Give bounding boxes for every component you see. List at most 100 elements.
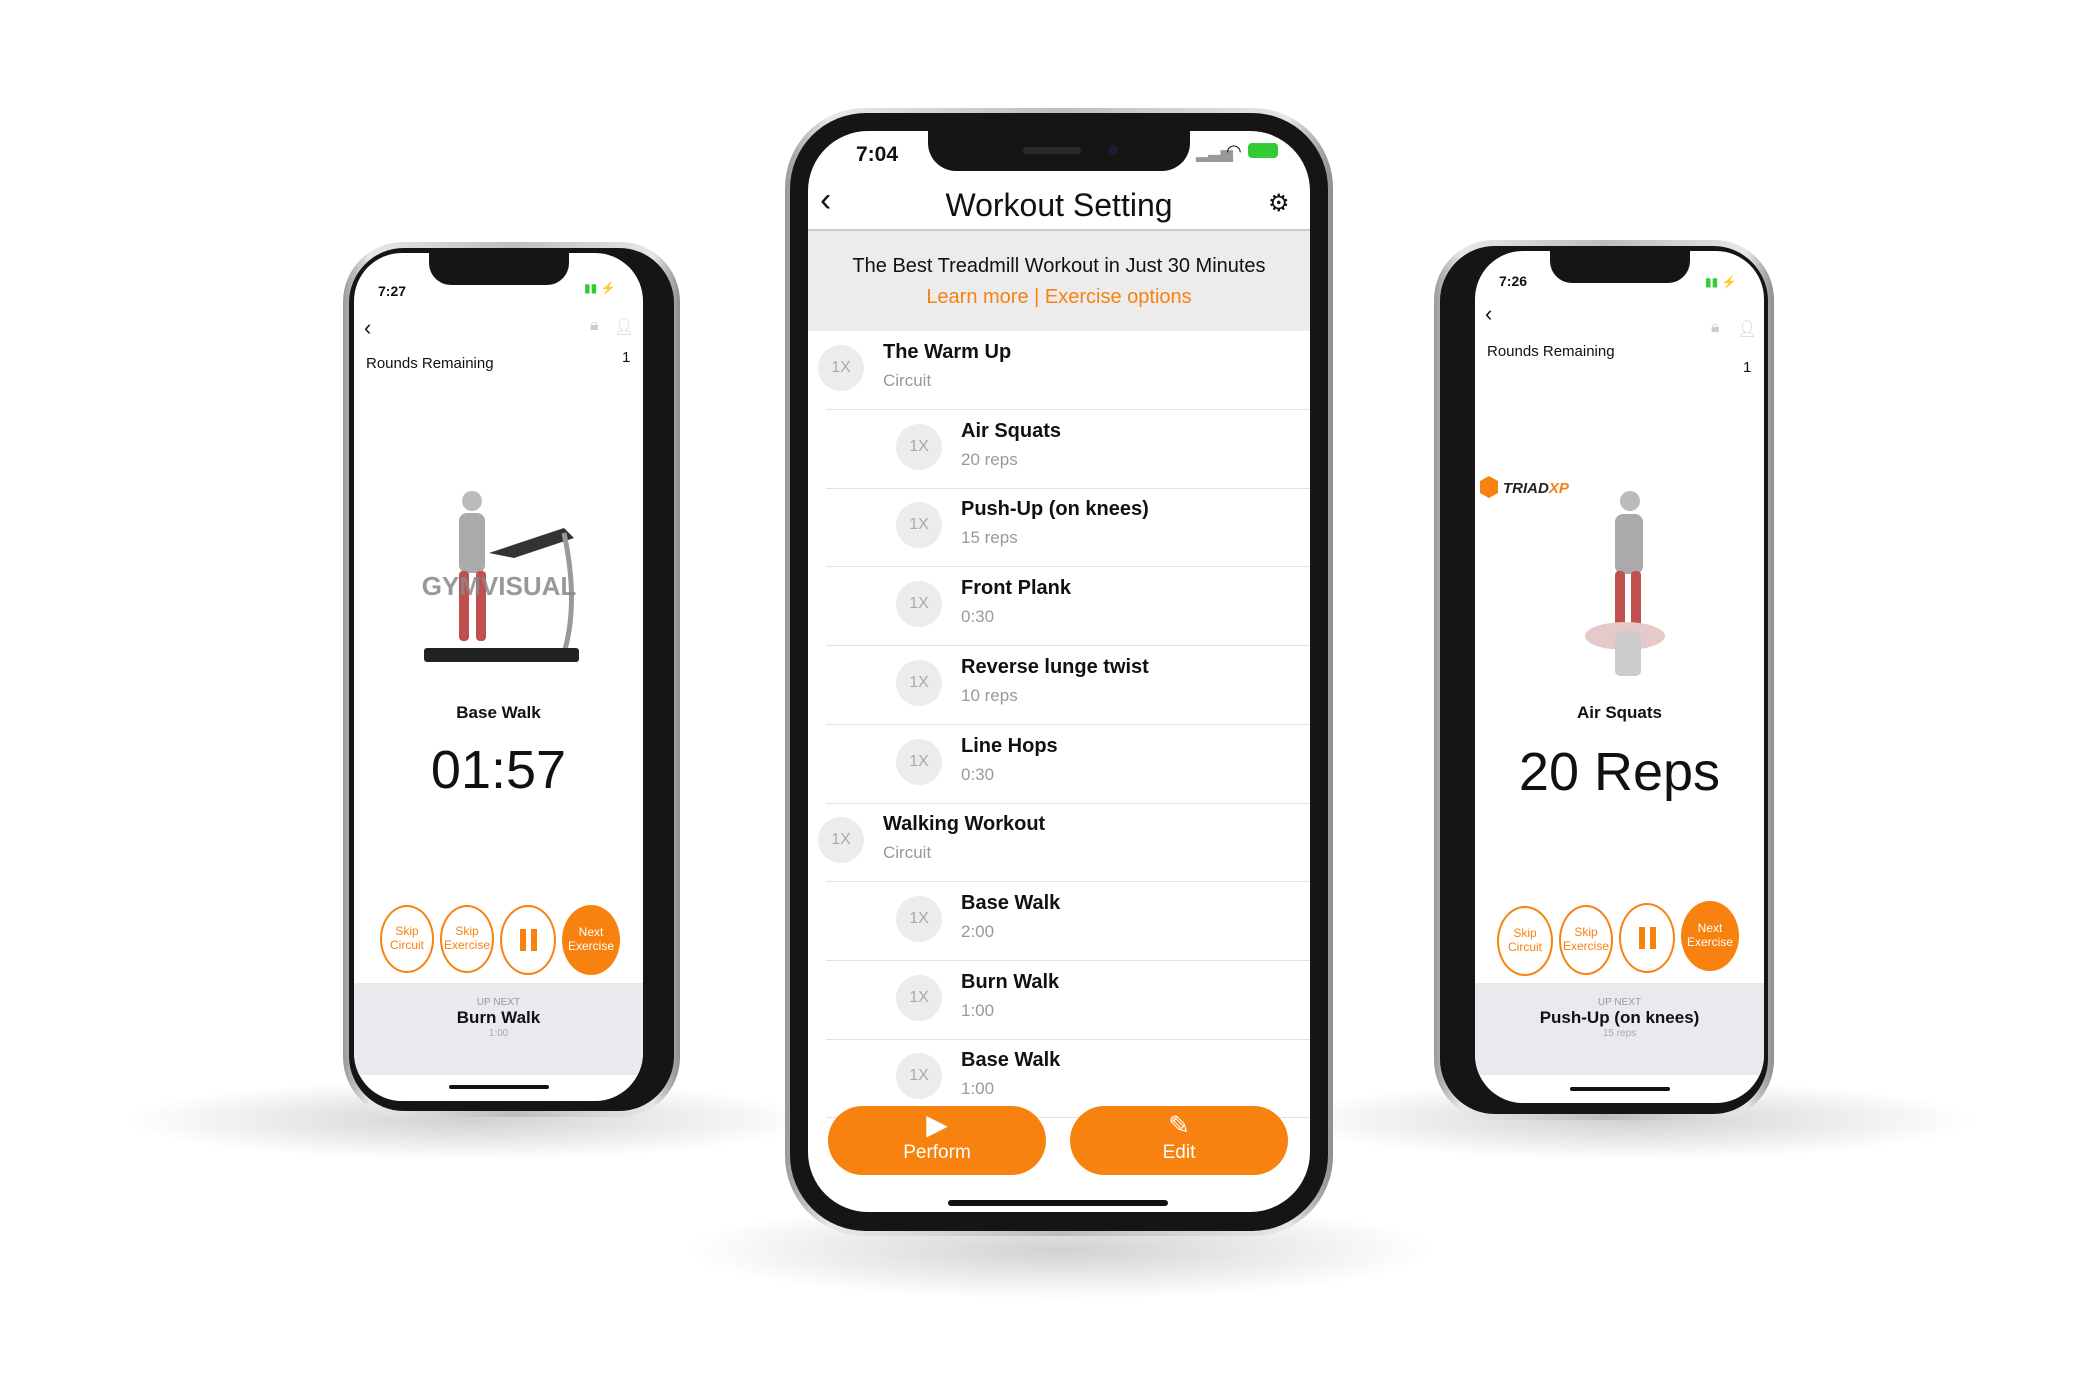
row-title: Push-Up (on knees) (961, 498, 1149, 521)
row-title: Base Walk (961, 1049, 1061, 1072)
repeat-badge: 1X (896, 738, 942, 785)
notch (429, 253, 569, 285)
pause-icon (519, 929, 537, 951)
voice-icon[interactable]: 👤︎ (1737, 319, 1757, 339)
rounds-value: 1 (1743, 359, 1752, 376)
home-indicator (449, 1085, 549, 1089)
learn-more-link[interactable]: Learn more (926, 286, 1028, 308)
repeat-badge: 1X (896, 581, 942, 628)
edit-label: Edit (1162, 1142, 1196, 1163)
row-subtitle: 0:30 (961, 764, 995, 784)
workout-row[interactable]: 1X Base Walk 2:00 (808, 882, 1310, 961)
up-next-detail: 1:00 (488, 1028, 509, 1039)
workout-row[interactable]: 1X Front Plank 0:30 (808, 567, 1310, 647)
lock-icon[interactable]: 🔒︎ (1711, 319, 1720, 337)
notch (928, 131, 1190, 171)
status-time: 7:26 (1499, 273, 1528, 289)
exercise-name: Air Squats (1576, 703, 1663, 722)
next-exercise-button[interactable]: Next Exercise (562, 905, 620, 975)
workout-row[interactable]: 1X The Warm Up Circuit (808, 331, 1310, 410)
right-phone: 7:26 ▮▮ ⚡ ‹ 🔒︎ 👤︎ Rounds Remaining 1 TRI… (1434, 240, 1774, 1120)
center-phone: 7:04 ▂▃▅ ◠ ‹ Workout Setting ⚙ The Best … (785, 108, 1333, 1236)
skip-exercise-button[interactable]: Skip Exercise (440, 905, 494, 973)
home-indicator (1570, 1087, 1670, 1091)
row-subtitle: 15 reps (961, 528, 1018, 548)
repeat-badge: 1X (818, 345, 864, 391)
repeat-badge: 1X (896, 423, 942, 470)
skip-circuit-button[interactable]: Skip Circuit (380, 905, 434, 973)
row-subtitle: 2:00 (961, 921, 995, 941)
center-phone-screen: 7:04 ▂▃▅ ◠ ‹ Workout Setting ⚙ The Best … (808, 131, 1310, 1212)
up-next-detail: 15 reps (1602, 1028, 1637, 1039)
play-icon: ▶ (926, 1109, 948, 1140)
perform-label: Perform (903, 1142, 971, 1163)
up-next-name: Burn Walk (456, 1008, 541, 1027)
repeat-badge: 1X (896, 974, 942, 1021)
row-title: Air Squats (961, 419, 1062, 442)
skip-exercise-button[interactable]: Skip Exercise (1559, 905, 1613, 975)
row-subtitle: 1:00 (961, 1079, 995, 1099)
up-next-panel: UP NEXT Burn Walk 1:00 (354, 983, 643, 1075)
row-subtitle: 1:00 (961, 1000, 995, 1020)
pause-button[interactable] (1619, 903, 1675, 973)
row-title: Burn Walk (961, 970, 1060, 993)
up-next-label: UP NEXT (476, 997, 521, 1008)
up-next-label: UP NEXT (1597, 997, 1642, 1008)
battery-icon: ▮▮ ⚡ (1705, 275, 1737, 289)
battery-icon (1248, 143, 1278, 158)
exercise-image: GYMVISUAL (422, 491, 579, 662)
edit-button[interactable]: ✎ Edit (1070, 1106, 1288, 1175)
row-title: Walking Workout (883, 813, 1046, 836)
left-phone: 7:27 ▮▮ ⚡ ‹ 🔒︎ 👤︎ Rounds Remaining 1 GYM… (343, 242, 680, 1117)
workout-row[interactable]: 1X Walking Workout Circuit (808, 803, 1310, 883)
workout-row[interactable]: 1X Burn Walk 1:00 (808, 961, 1310, 1040)
home-indicator (948, 1200, 1168, 1206)
row-title: Front Plank (961, 577, 1072, 600)
row-title: Line Hops (961, 734, 1058, 757)
repeat-badge: 1X (818, 817, 864, 864)
back-icon[interactable]: ‹ (364, 315, 371, 341)
wifi-icon: ◠ (1226, 141, 1242, 161)
status-time: 7:27 (378, 283, 407, 299)
workout-title: The Best Treadmill Workout in Just 30 Mi… (852, 255, 1266, 277)
gear-icon[interactable]: ⚙ (1268, 189, 1290, 218)
back-icon[interactable]: ‹ (1485, 301, 1492, 327)
up-next-name: Push-Up (on knees) (1539, 1008, 1700, 1027)
lock-icon[interactable]: 🔒︎ (590, 317, 599, 335)
repeat-badge: 1X (896, 659, 942, 706)
workout-row[interactable]: 1X Line Hops 0:30 (808, 725, 1310, 804)
svg-text:TRIADXP: TRIADXP (1503, 480, 1570, 497)
next-exercise-button[interactable]: Next Exercise (1681, 901, 1739, 971)
pause-icon (1638, 927, 1656, 949)
perform-button[interactable]: ▶ Perform (828, 1106, 1046, 1175)
reps-display: 20 Reps (1518, 742, 1721, 802)
row-subtitle: 20 reps (961, 449, 1018, 469)
page-title: Workout Setting (945, 187, 1173, 223)
workout-banner: The Best Treadmill Workout in Just 30 Mi… (808, 229, 1310, 331)
voice-icon[interactable]: 👤︎ (614, 317, 634, 337)
workout-row[interactable]: 1X Push-Up (on knees) 15 reps (808, 488, 1310, 568)
rounds-label: Rounds Remaining (1487, 343, 1615, 360)
workout-row[interactable]: 1X Reverse lunge twist 10 reps (808, 646, 1310, 725)
workout-row[interactable]: 1X Air Squats 20 reps (808, 410, 1310, 489)
banner-links: Learn more | Exercise options (808, 286, 1310, 309)
pause-button[interactable] (500, 905, 556, 975)
edit-icon: ✎ (1168, 1110, 1190, 1140)
exercise-options-link[interactable]: Exercise options (1045, 286, 1192, 308)
left-phone-screen: 7:27 ▮▮ ⚡ ‹ 🔒︎ 👤︎ Rounds Remaining 1 GYM… (354, 253, 643, 1101)
timer-display: 01:57 (430, 740, 567, 800)
link-separator: | (1034, 286, 1040, 308)
row-subtitle: Circuit (883, 371, 932, 390)
triadxp-logo: TRIADXP (1480, 476, 1570, 498)
svg-text:GYMVISUAL: GYMVISUAL (422, 571, 577, 601)
row-title: Base Walk (961, 891, 1061, 914)
row-subtitle: Circuit (883, 843, 932, 863)
repeat-badge: 1X (896, 502, 942, 549)
notch (1550, 251, 1690, 283)
rounds-label: Rounds Remaining (366, 355, 494, 372)
battery-icon: ▮▮ ⚡ (584, 281, 616, 295)
status-time: 7:04 (856, 143, 899, 166)
repeat-badge: 1X (896, 1053, 942, 1100)
skip-circuit-button[interactable]: Skip Circuit (1497, 906, 1553, 976)
row-subtitle: 0:30 (961, 607, 995, 627)
